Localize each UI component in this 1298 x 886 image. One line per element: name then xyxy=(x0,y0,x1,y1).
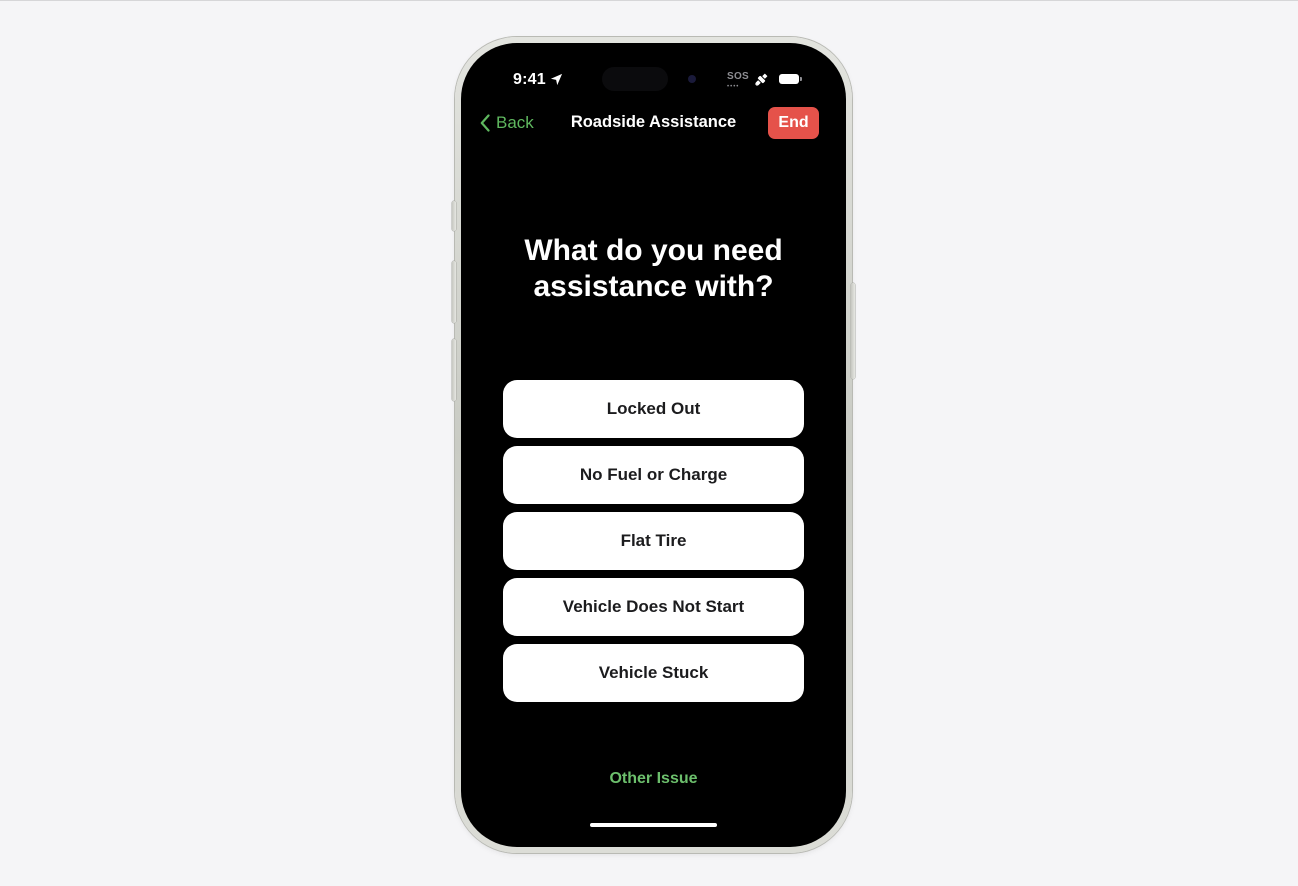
option-locked-out[interactable]: Locked Out xyxy=(503,380,804,438)
camera-dot xyxy=(688,75,696,83)
sos-signal-dots: •••• xyxy=(727,84,740,90)
end-button[interactable]: End xyxy=(768,107,819,139)
other-issue-link[interactable]: Other Issue xyxy=(461,770,846,788)
dynamic-island xyxy=(602,67,668,91)
heading-line-2: assistance with? xyxy=(533,270,774,303)
sos-label: SOS xyxy=(727,71,750,82)
satellite-icon xyxy=(755,73,768,86)
page-heading: What do you need assistance with? xyxy=(461,233,846,305)
option-vehicle-does-not-start[interactable]: Vehicle Does Not Start xyxy=(503,578,804,636)
option-flat-tire[interactable]: Flat Tire xyxy=(503,512,804,570)
heading-line-1: What do you need xyxy=(524,234,783,267)
power-button xyxy=(851,283,855,379)
volume-down-button xyxy=(452,339,456,401)
volume-up-button xyxy=(452,261,456,323)
status-time: 9:41 xyxy=(513,71,546,88)
option-no-fuel-or-charge[interactable]: No Fuel or Charge xyxy=(503,446,804,504)
assistance-options-list: Locked Out No Fuel or Charge Flat Tire V… xyxy=(503,380,804,702)
battery-icon xyxy=(779,74,799,84)
action-button xyxy=(452,201,456,231)
home-indicator[interactable] xyxy=(590,823,717,827)
iphone-frame: 9:41 SOS •••• Back Roadside Assistance E… xyxy=(452,37,855,853)
location-arrow-icon xyxy=(550,73,563,86)
battery-cap xyxy=(800,77,802,81)
phone-screen: 9:41 SOS •••• Back Roadside Assistance E… xyxy=(461,43,846,847)
option-vehicle-stuck[interactable]: Vehicle Stuck xyxy=(503,644,804,702)
